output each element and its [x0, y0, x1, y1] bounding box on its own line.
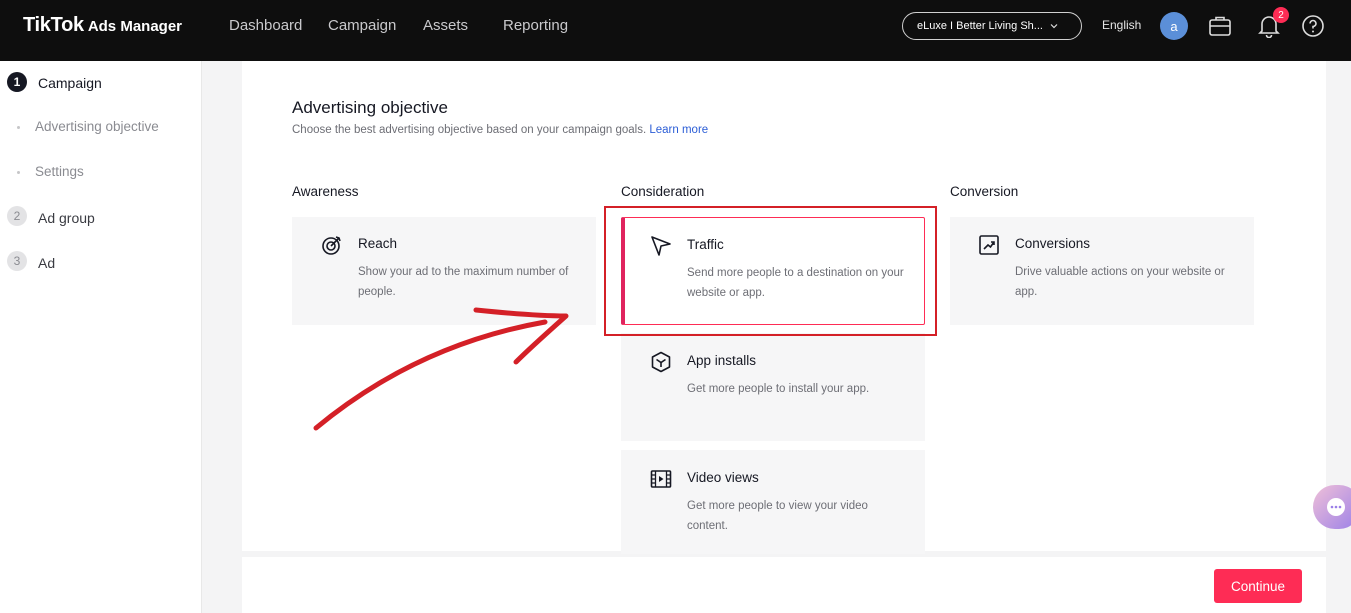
video-views-icon — [650, 470, 672, 488]
campaign-steps-sidebar: 1 Campaign Advertising objective Setting… — [0, 61, 202, 613]
substep-dot — [17, 171, 20, 174]
app-installs-description: Get more people to install your app. — [687, 383, 870, 395]
page-subtitle: Choose the best advertising objective ba… — [292, 124, 708, 136]
top-navigation-bar: TikTok Ads Manager Dashboard Campaign As… — [0, 0, 1351, 61]
continue-button[interactable]: Continue — [1214, 569, 1302, 603]
learn-more-link[interactable]: Learn more — [649, 124, 708, 136]
step-ad[interactable]: Ad — [38, 255, 55, 271]
substep-settings[interactable]: Settings — [35, 164, 84, 179]
conversions-title: Conversions — [1015, 236, 1091, 251]
video-views-title: Video views — [687, 470, 759, 485]
conversions-description: Drive valuable actions on your website o… — [1015, 266, 1225, 298]
step-campaign[interactable]: Campaign — [38, 75, 102, 91]
logo-sub-text: Ads Manager — [87, 18, 183, 35]
conversions-icon — [979, 235, 999, 255]
subtitle-text: Choose the best advertising objective ba… — [292, 124, 647, 136]
help-icon[interactable] — [1300, 13, 1326, 39]
nav-assets[interactable]: Assets — [423, 17, 468, 34]
page-title: Advertising objective — [292, 98, 448, 117]
chat-icon — [1327, 498, 1345, 516]
substep-dot — [17, 126, 20, 129]
step-number-2: 2 — [7, 206, 27, 226]
reach-description: Show your ad to the maximum number of pe… — [358, 266, 569, 298]
column-consideration: Consideration — [621, 184, 705, 199]
video-views-description: Get more people to view your video conte… — [687, 500, 868, 532]
step-number-3: 3 — [7, 251, 27, 271]
logo-main-text: TikTok — [23, 14, 84, 36]
app-installs-title: App installs — [687, 353, 757, 368]
nav-campaign[interactable]: Campaign — [328, 17, 396, 34]
footer-bar — [242, 557, 1326, 613]
chat-support-button[interactable] — [1313, 485, 1351, 529]
column-conversion: Conversion — [950, 184, 1019, 199]
nav-reporting[interactable]: Reporting — [503, 17, 568, 34]
tiktok-ads-manager-logo[interactable]: TikTok Ads Manager — [23, 14, 182, 37]
briefcase-icon[interactable] — [1207, 13, 1233, 39]
account-name: eLuxe I Better Living Sh... — [917, 20, 1043, 32]
reach-title: Reach — [358, 236, 398, 251]
column-awareness: Awareness — [292, 184, 359, 199]
notification-badge: 2 — [1273, 7, 1289, 23]
reach-icon — [322, 236, 341, 255]
highlight-annotation-box — [604, 206, 937, 336]
chevron-down-icon — [1050, 24, 1058, 29]
avatar[interactable]: a — [1160, 12, 1188, 40]
step-ad-group[interactable]: Ad group — [38, 210, 95, 226]
app-installs-icon — [651, 351, 671, 373]
nav-dashboard[interactable]: Dashboard — [229, 17, 302, 34]
account-selector[interactable]: eLuxe I Better Living Sh... — [902, 12, 1082, 40]
substep-advertising-objective[interactable]: Advertising objective — [35, 119, 159, 134]
step-number-1: 1 — [7, 72, 27, 92]
language-selector[interactable]: English — [1102, 18, 1141, 32]
